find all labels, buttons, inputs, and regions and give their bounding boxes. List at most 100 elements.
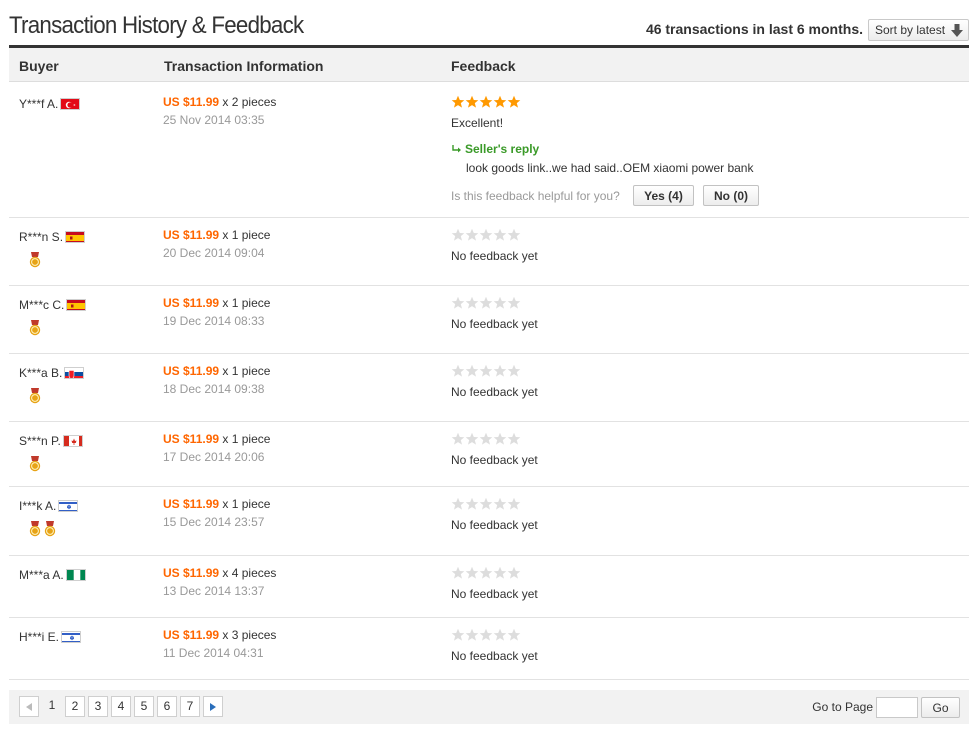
page-button[interactable]: 2 [65, 696, 85, 717]
star-icon [493, 497, 507, 511]
helpful-no-button[interactable]: No (0) [703, 185, 759, 206]
star-icon [451, 566, 465, 580]
buyer-name: I***k A. [19, 499, 79, 513]
star-icon [479, 95, 493, 109]
feedback-text: No feedback yet [451, 649, 538, 663]
star-icon [451, 432, 465, 446]
table-row: H***i E. US $11.99 x 3 pieces 11 Dec 2014 … [9, 618, 969, 680]
prev-page-button[interactable] [19, 696, 39, 717]
feedback-text: No feedback yet [451, 453, 538, 467]
transaction-date: 19 Dec 2014 08:33 [163, 314, 265, 328]
page-title: Transaction History & Feedback [9, 12, 304, 39]
star-icon [479, 566, 493, 580]
country-flag-icon [60, 98, 81, 110]
star-icon [451, 628, 465, 642]
star-icon [479, 364, 493, 378]
star-icon [507, 628, 521, 642]
transaction-info: US $11.99 x 1 piece 19 Dec 2014 08:33 [163, 296, 270, 328]
star-icon [493, 628, 507, 642]
sort-button[interactable]: Sort by latest [868, 19, 969, 41]
medal-icon [29, 388, 41, 404]
buyer-name-text: K***a B. [19, 366, 63, 380]
star-icon [507, 497, 521, 511]
price: US $11.99 [163, 432, 220, 446]
buyer-name: Y***f A. [19, 97, 81, 111]
star-icon [451, 364, 465, 378]
seller-reply: Seller's reply [451, 142, 951, 156]
current-page: 1 [48, 698, 56, 712]
table-row: R***n S. US $11.99 x 1 piece 20 Dec 2014 0… [9, 218, 969, 286]
transaction-info: US $11.99 x 1 piece 18 Dec 2014 09:38 [163, 364, 270, 396]
transaction-info: US $11.99 x 3 pieces 11 Dec 2014 04:31 [163, 628, 276, 660]
transaction-date: 20 Dec 2014 09:04 [163, 246, 265, 260]
transaction-date: 15 Dec 2014 23:57 [163, 515, 265, 529]
quantity: x 1 piece [222, 228, 271, 242]
feedback-text: No feedback yet [451, 587, 538, 601]
star-icon [507, 432, 521, 446]
buyer-name-text: Y***f A. [19, 97, 59, 111]
page-button[interactable]: 7 [180, 696, 200, 717]
price: US $11.99 [163, 364, 220, 378]
buyer-medals [29, 320, 44, 336]
country-flag-icon [65, 231, 86, 243]
star-icon [479, 228, 493, 242]
feedback-text: No feedback yet [451, 249, 538, 263]
transaction-date: 13 Dec 2014 13:37 [163, 584, 265, 598]
transaction-date: 17 Dec 2014 20:06 [163, 450, 265, 464]
reply-arrow-icon [452, 145, 461, 153]
seller-reply-text: look goods link..we had said..OEM xiaomi… [466, 161, 754, 175]
helpful-prompt: Is this feedback helpful for you? Yes (4)… [451, 185, 951, 207]
feedback-cell: No feedback yet [451, 566, 951, 601]
feedback-cell: No feedback yet [451, 364, 951, 399]
star-rating [451, 95, 951, 109]
star-icon [465, 432, 479, 446]
helpful-yes-button[interactable]: Yes (4) [633, 185, 694, 206]
page-button[interactable]: 3 [88, 696, 108, 717]
quantity: x 3 pieces [222, 628, 277, 642]
transaction-date: 25 Nov 2014 03:35 [163, 113, 265, 127]
quantity: x 1 piece [222, 296, 271, 310]
pagination: 1234567 Go to Page Go [9, 690, 969, 724]
buyer-name: K***a B. [19, 366, 85, 380]
star-icon [493, 566, 507, 580]
star-icon [507, 228, 521, 242]
buyer-name-text: H***i E. [19, 630, 60, 644]
go-button[interactable]: Go [921, 697, 960, 718]
price: US $11.99 [163, 228, 220, 242]
country-flag-icon [62, 435, 83, 447]
star-icon [507, 296, 521, 310]
star-icon [465, 364, 479, 378]
feedback-cell: Excellent! Seller's reply look goods link.… [451, 95, 951, 207]
star-rating [451, 497, 951, 511]
country-flag-icon [65, 569, 86, 581]
feedback-cell: No feedback yet [451, 228, 951, 263]
buyer-medals [29, 252, 44, 268]
page-header: Transaction History & Feedback 46 transa… [9, 10, 969, 46]
star-icon [507, 566, 521, 580]
star-icon [479, 432, 493, 446]
page-button[interactable]: 6 [157, 696, 177, 717]
transaction-info: US $11.99 x 1 piece 15 Dec 2014 23:57 [163, 497, 270, 529]
transaction-date: 18 Dec 2014 09:38 [163, 382, 265, 396]
seller-reply-label: Seller's reply [465, 142, 540, 156]
buyer-name: M***a A. [19, 568, 86, 582]
goto-page-input[interactable] [876, 697, 918, 718]
buyer-name: S***n P. [19, 434, 83, 448]
buyer-medals [29, 521, 59, 537]
country-flag-icon [61, 631, 82, 643]
price: US $11.99 [163, 628, 220, 642]
next-page-button[interactable] [203, 696, 223, 717]
medal-icon [29, 521, 41, 537]
page-button[interactable]: 4 [111, 696, 131, 717]
star-icon [493, 364, 507, 378]
buyer-medals [29, 456, 44, 472]
star-rating [451, 364, 951, 378]
quantity: x 1 piece [222, 497, 271, 511]
transaction-info: US $11.99 x 1 piece 20 Dec 2014 09:04 [163, 228, 270, 260]
feedback-cell: No feedback yet [451, 432, 951, 467]
medal-icon [29, 252, 41, 268]
buyer-name-text: I***k A. [19, 499, 57, 513]
page-button[interactable]: 5 [134, 696, 154, 717]
star-icon [479, 628, 493, 642]
feedback-text: Excellent! [451, 116, 504, 130]
